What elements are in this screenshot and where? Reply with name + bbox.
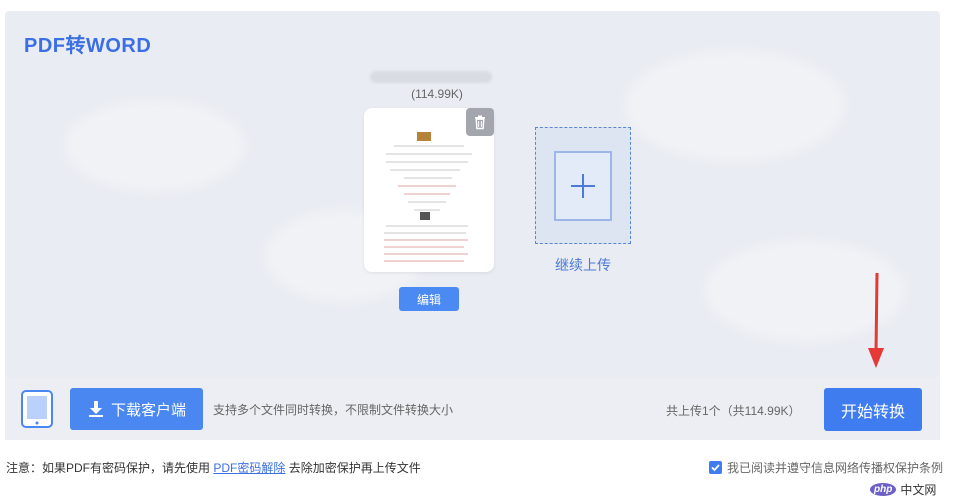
download-icon bbox=[88, 401, 103, 417]
page-title: PDF转WORD bbox=[24, 35, 152, 57]
download-client-button[interactable]: 下载客户端 bbox=[70, 388, 203, 430]
watermark-text: 中文网 bbox=[900, 483, 937, 497]
continue-upload-label[interactable]: 继续上传 bbox=[535, 255, 631, 275]
support-text: 支持多个文件同时转换，不限制文件转换大小 bbox=[213, 403, 454, 417]
preview-image bbox=[417, 132, 431, 141]
pdf-unlock-link[interactable]: PDF密码解除 bbox=[213, 461, 285, 475]
password-note: 注意：如果PDF有密码保护，请先使用 PDF密码解除 去除加密保护再上传文件 bbox=[6, 459, 421, 476]
continue-upload-area[interactable] bbox=[535, 127, 631, 244]
tablet-icon bbox=[21, 390, 53, 428]
site-watermark: php 中文网 bbox=[870, 481, 936, 498]
add-file-box[interactable] bbox=[554, 151, 612, 221]
note-prefix: 注意：如果PDF有密码保护，请先使用 bbox=[6, 461, 211, 475]
note-suffix: 去除加密保护再上传文件 bbox=[288, 461, 421, 475]
edit-button[interactable]: 编辑 bbox=[399, 287, 459, 311]
agree-checkbox[interactable] bbox=[709, 461, 722, 474]
arrow-down-icon bbox=[868, 272, 884, 368]
delete-file-button[interactable] bbox=[466, 108, 494, 136]
agree-checkbox-row[interactable]: 我已阅读并遵守信息网络传播权保护条例 bbox=[709, 459, 943, 476]
file-size: (114.99K) bbox=[411, 87, 463, 101]
plus-icon bbox=[571, 174, 595, 198]
preview-image bbox=[420, 212, 430, 220]
file-name-redacted bbox=[370, 71, 492, 83]
trash-icon bbox=[475, 115, 485, 130]
check-icon bbox=[711, 464, 720, 472]
agree-text: 我已阅读并遵守信息网络传播权保护条例 bbox=[727, 461, 944, 475]
upload-total: 共上传1个（共114.99K） bbox=[666, 404, 801, 418]
download-client-label: 下载客户端 bbox=[110, 401, 186, 419]
start-convert-button[interactable]: 开始转换 bbox=[824, 388, 922, 431]
watermark-logo: php bbox=[870, 483, 897, 496]
